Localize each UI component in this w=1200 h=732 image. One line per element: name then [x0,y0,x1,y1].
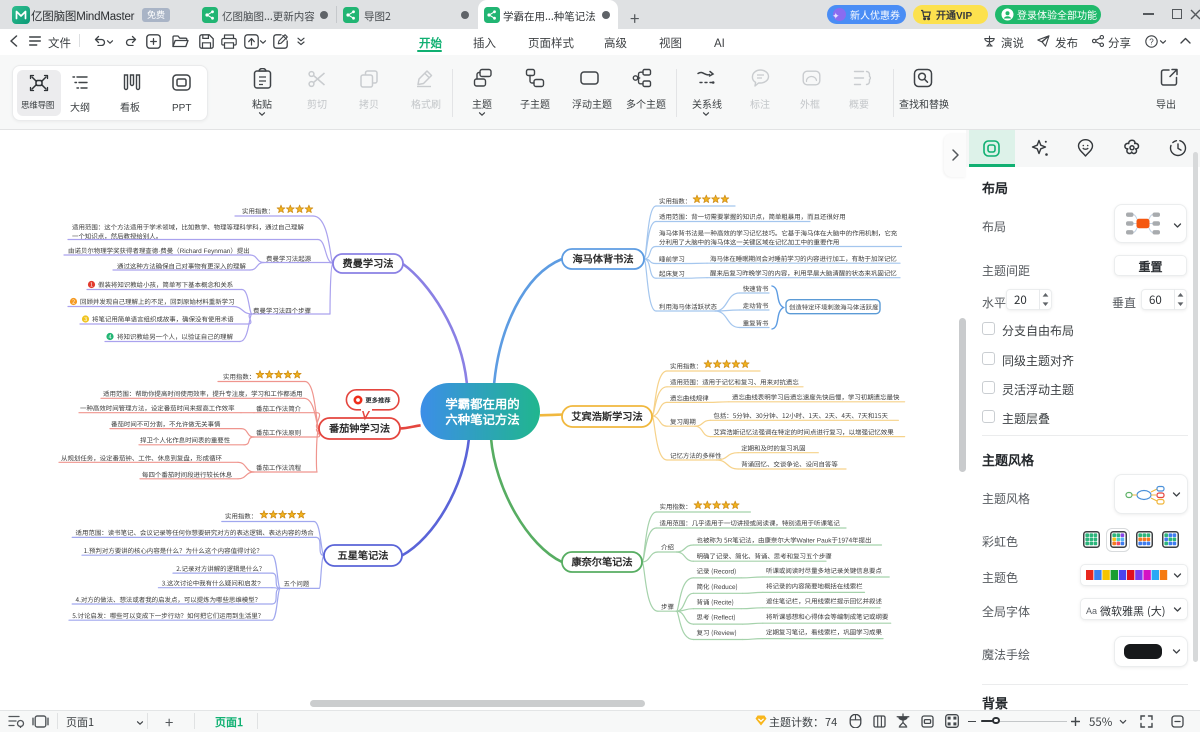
svg-text:海马体背书法: 海马体背书法 [572,251,633,266]
svg-text:分利用了大脑中的海马体这一关键区域在记忆加工中的重要作用: 分利用了大脑中的海马体这一关键区域在记忆加工中的重要作用 [659,238,839,247]
svg-text:实用指数：: 实用指数： [225,512,257,521]
svg-text:4.对方的做法、想法或者我的启发点，可以提炼为哪些思维模型？: 4.对方的做法、想法或者我的启发点，可以提炼为哪些思维模型？ [76,595,262,604]
svg-text:定期复习笔记，看线索栏，巩固学习成果: 定期复习笔记，看线索栏，巩固学习成果 [766,628,882,637]
svg-text:起床复习: 起床复习 [659,269,685,278]
svg-text:将笔记用简单语言组织成故事，确保没有使用术语: 将笔记用简单语言组织成故事，确保没有使用术语 [92,315,234,324]
svg-text:睡前学习: 睡前学习 [659,255,685,264]
svg-text:海马体背书法是一种高效的学习记忆技巧。它基于海马体在大脑中的: 海马体背书法是一种高效的学习记忆技巧。它基于海马体在大脑中的作用机制，它充 [659,229,898,238]
svg-text:记忆方法的多样性: 记忆方法的多样性 [670,451,722,460]
svg-text:思考 (Reflect): 思考 (Reflect) [697,613,736,622]
svg-text:假装将知识教给小孩，简单写下基本概念和关系: 假装将知识教给小孩，简单写下基本概念和关系 [98,280,234,289]
svg-text:番茄工作法原则: 番茄工作法原则 [256,428,301,437]
svg-text:1.预判对方要讲的核心内容是什么？为什么这个内容值得讨论？: 1.预判对方要讲的核心内容是什么？为什么这个内容值得讨论？ [84,546,263,555]
svg-text:适用范围：读书笔记、会议记录等任何你想要研究对方的表达逻辑、: 适用范围：读书笔记、会议记录等任何你想要研究对方的表达逻辑、表达内容的场合 [76,528,315,537]
svg-text:3: 3 [84,315,87,323]
svg-text:快速背书: 快速背书 [743,284,769,293]
svg-text:创造特定环境刺激海马体活跃度: 创造特定环境刺激海马体活跃度 [789,302,879,311]
svg-text:费曼学习法起源: 费曼学习法起源 [266,254,312,263]
svg-text:康奈尔笔记法: 康奈尔笔记法 [571,554,632,569]
svg-text:记录 (Record): 记录 (Record) [697,567,737,576]
svg-text:步骤: 步骤 [661,602,674,611]
svg-text:4: 4 [108,333,111,341]
svg-text:重复背书: 重复背书 [743,319,769,328]
svg-text:番茄时间不可分割，不允许做无关事情: 番茄时间不可分割，不允许做无关事情 [111,420,221,429]
svg-text:2.记录对方讲解的逻辑是什么？: 2.记录对方讲解的逻辑是什么？ [176,564,265,573]
svg-text:通过这种方法确保自己对事物有更深入的理解: 通过这种方法确保自己对事物有更深入的理解 [117,262,246,271]
svg-text:复习周期: 复习周期 [670,417,696,426]
svg-text:1: 1 [90,281,93,289]
svg-text:将知识教给另一个人，以验证自己的理解: 将知识教给另一个人，以验证自己的理解 [117,332,233,341]
svg-text:番茄工作法简介: 番茄工作法简介 [256,404,302,413]
svg-text:实用指数：: 实用指数： [242,207,274,216]
svg-text:每四个番茄时间段进行较长休息: 每四个番茄时间段进行较长休息 [142,470,233,479]
svg-text:番茄工作法流程: 番茄工作法流程 [256,463,302,472]
svg-text:简化 (Reduce): 简化 (Reduce) [697,582,738,591]
svg-text:六种笔记方法: 六种笔记方法 [445,410,519,428]
svg-text:背诵回忆、交谈争论、设问自答等: 背诵回忆、交谈争论、设问自答等 [741,460,838,469]
svg-text:5.讨论启发：哪些可以变成下一步行动？如何把它们运用到生活里: 5.讨论启发：哪些可以变成下一步行动？如何把它们运用到生活里？ [72,611,264,620]
svg-text:也被称为 5R笔记法，由康奈尔大学Walter Pauk于1: 也被称为 5R笔记法，由康奈尔大学Walter Pauk于1974年提出 [697,536,872,545]
svg-text:实用指数：: 实用指数： [223,372,255,381]
svg-text:适用范围：帮助你提高时间使用效率，提升专注度，学习和工作都适: 适用范围：帮助你提高时间使用效率，提升专注度，学习和工作都适用 [103,389,303,398]
svg-text:2: 2 [72,298,75,306]
svg-text:3.这次讨论中我有什么疑问和启发?: 3.这次讨论中我有什么疑问和启发? [162,579,261,588]
svg-text:适用范围：背一切需要掌握的知识点，简单粗暴用，而且还很好用: 适用范围：背一切需要掌握的知识点，简单粗暴用，而且还很好用 [659,212,846,221]
svg-text:遗忘曲线规律: 遗忘曲线规律 [670,394,709,403]
svg-text:背诵 (Recite): 背诵 (Recite) [697,597,734,606]
svg-text:五个问题: 五个问题 [284,579,310,588]
svg-text:将记录的内容简要地概括在线索栏: 将记录的内容简要地概括在线索栏 [766,581,863,590]
svg-text:由诺贝尔物理学奖获得者理查德·费曼（Richard Feyn: 由诺贝尔物理学奖获得者理查德·费曼（Richard Feynman）提出 [68,246,250,255]
svg-text:包括：5分钟、30分钟、12小时、1天、2天、4天、7天和1: 包括：5分钟、30分钟、12小时、1天、2天、4天、7天和15天 [713,411,888,420]
svg-text:回顾并发现自己理解上的不足，回到原始材料重新学习: 回顾并发现自己理解上的不足，回到原始材料重新学习 [80,297,235,306]
svg-text:定期和及时的复习巩固: 定期和及时的复习巩固 [741,443,805,452]
svg-text:醒来后复习昨晚学习的内容，利用早晨大脑清醒的状态来巩固记忆: 醒来后复习昨晚学习的内容，利用早晨大脑清醒的状态来巩固记忆 [710,269,897,278]
svg-text:一种高效时间管理方法，设定番茄时间来提高工作效率: 一种高效时间管理方法，设定番茄时间来提高工作效率 [80,404,235,413]
svg-text:更多推荐: 更多推荐 [365,396,391,405]
svg-text:捍卫个人化作息时间表的重要性: 捍卫个人化作息时间表的重要性 [140,436,231,445]
svg-text:听课或阅读时尽量多地记录关键信息要点: 听课或阅读时尽量多地记录关键信息要点 [766,566,882,575]
svg-text:适用范围：适用于记忆和复习、用来对抗遗忘: 适用范围：适用于记忆和复习、用来对抗遗忘 [670,378,799,387]
svg-text:实用指数：: 实用指数： [670,362,702,371]
svg-text:复习 (Review): 复习 (Review) [697,628,737,637]
svg-text:实用指数：: 实用指数： [659,197,691,206]
svg-text:?: ? [1149,37,1154,46]
svg-text:适用范围：这个方法适用于学术领域，比如数学、物理等理科学科，: 适用范围：这个方法适用于学术领域，比如数学、物理等理科学科，通过自己理解 [72,223,304,232]
svg-text:遮住笔记栏，只用线索栏提示回忆并叙述: 遮住笔记栏，只用线索栏提示回忆并叙述 [766,597,882,606]
svg-text:明确了记录、简化、背诵、思考和复习五个步骤: 明确了记录、简化、背诵、思考和复习五个步骤 [697,552,833,561]
svg-text:番茄钟学习法: 番茄钟学习法 [328,420,390,435]
svg-text:利用海马体活跃状态: 利用海马体活跃状态 [659,302,718,311]
svg-text:走动背书: 走动背书 [743,301,769,310]
svg-text:实用指数：: 实用指数： [660,502,692,511]
svg-text:五星笔记法: 五星笔记法 [338,547,389,562]
svg-text:介绍: 介绍 [661,543,674,552]
svg-text:艾宾浩斯记忆法强调在特定的时间点进行复习，以增强记忆效果: 艾宾浩斯记忆法强调在特定的时间点进行复习，以增强记忆效果 [713,427,894,436]
svg-text:费曼学习法: 费曼学习法 [343,255,394,270]
svg-text:遗忘曲线表明学习后遗忘速度先快后慢，学习初期遗忘最快: 遗忘曲线表明学习后遗忘速度先快后慢，学习初期遗忘最快 [732,393,900,402]
svg-text:海马体在睡眠期间会对睡前学习的内容进行加工，有助于加深记忆: 海马体在睡眠期间会对睡前学习的内容进行加工，有助于加深记忆 [710,254,897,263]
svg-text:从规划任务，设定番茄钟、工作、休息到复盘，形成循环: 从规划任务，设定番茄钟、工作、休息到复盘，形成循环 [61,453,223,462]
svg-text:将听课感想和心得体会等编制成笔记或纲要: 将听课感想和心得体会等编制成笔记或纲要 [766,612,889,621]
svg-text:适用范围：几乎适用于一切讲授或阅读课，特别适用于听课笔记: 适用范围：几乎适用于一切讲授或阅读课，特别适用于听课笔记 [660,519,841,528]
svg-text:艾宾浩斯学习法: 艾宾浩斯学习法 [571,408,642,423]
